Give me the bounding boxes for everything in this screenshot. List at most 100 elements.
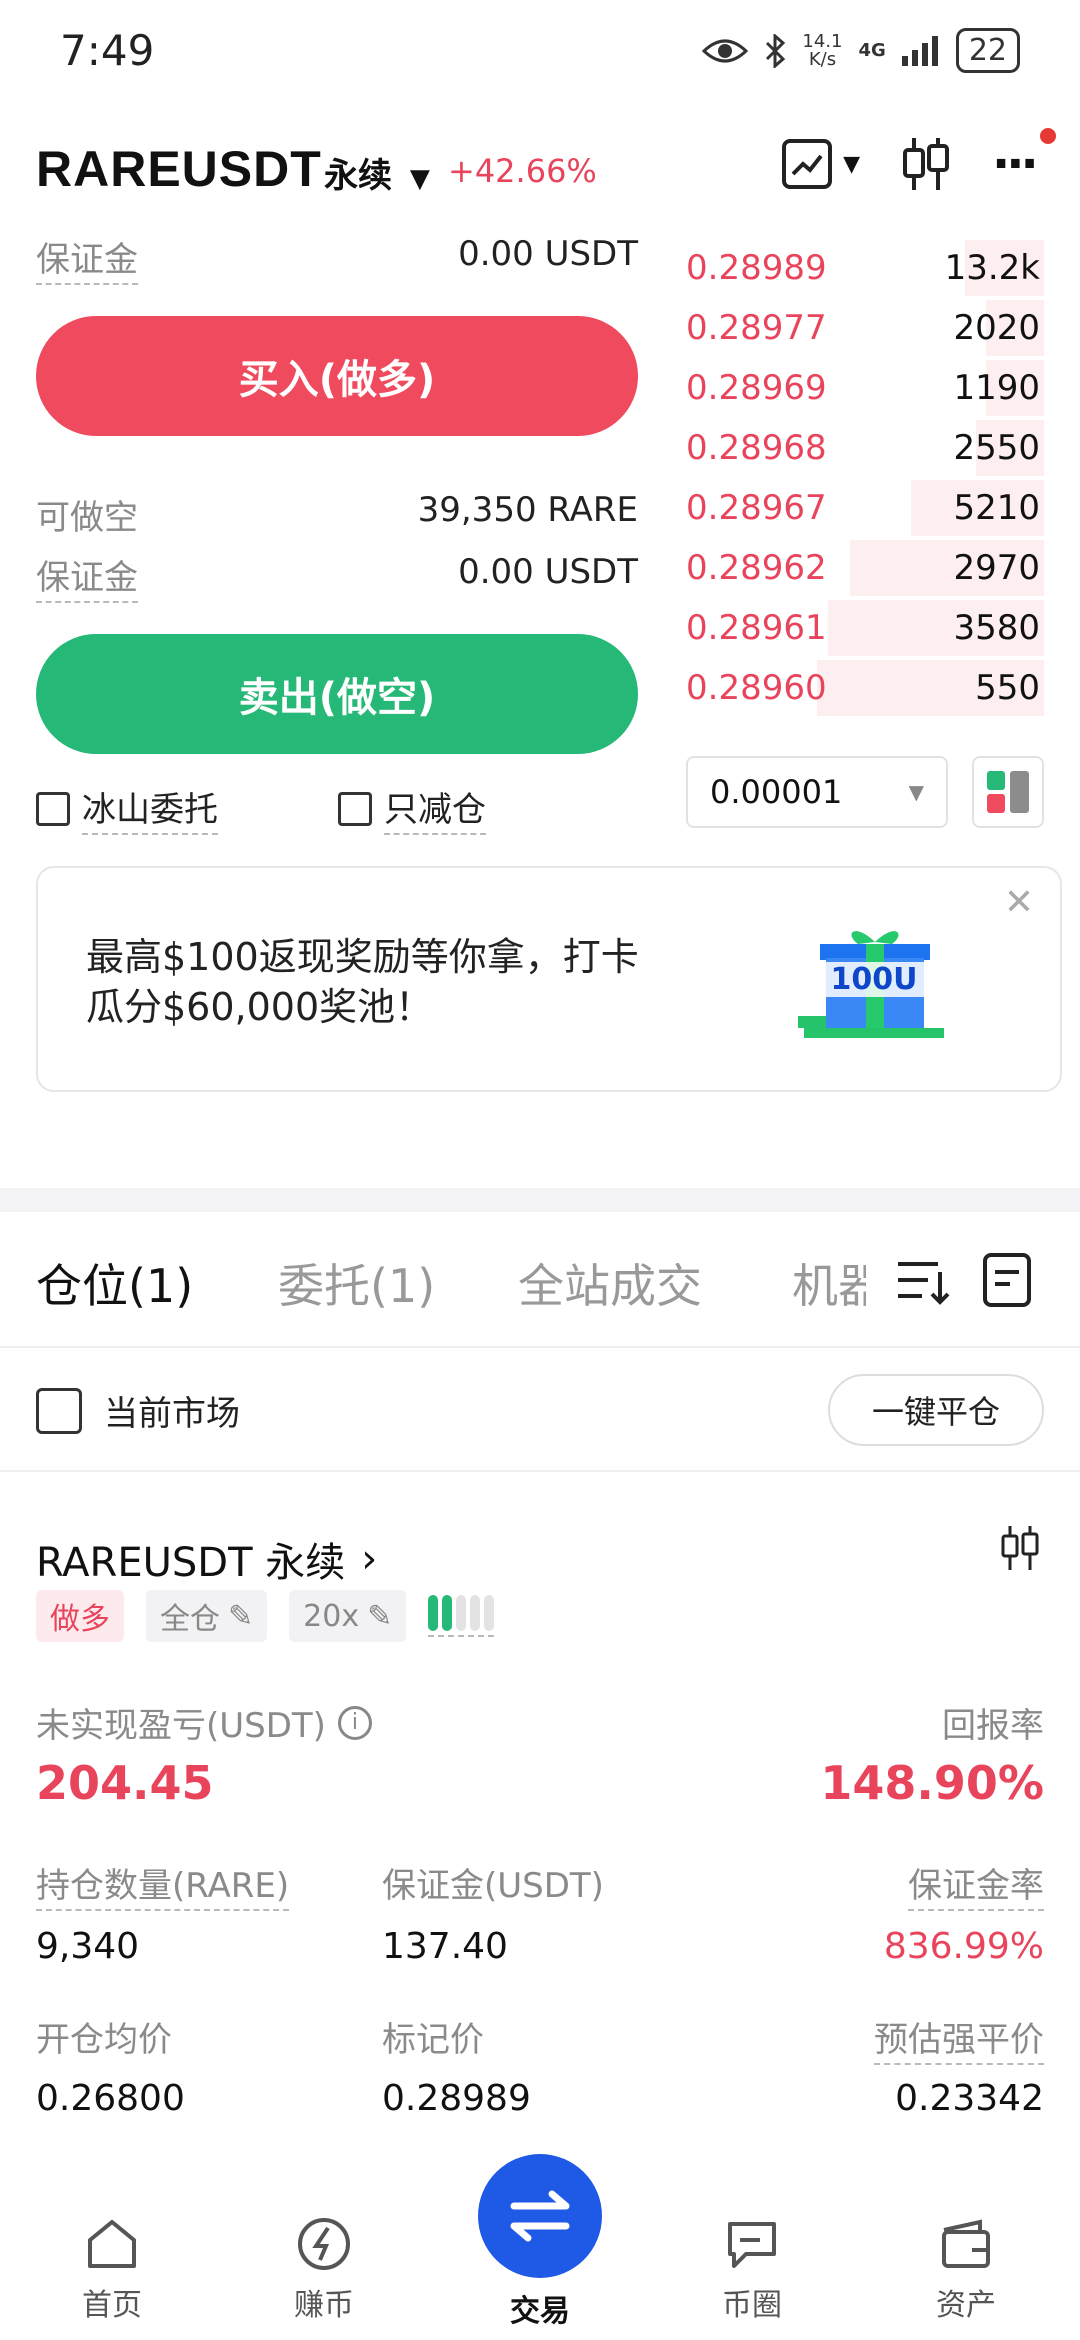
notification-dot [1040,128,1056,144]
nav-earn[interactable]: 赚币 [254,2216,394,2324]
eye-icon [702,39,749,62]
entry-price-value: 0.26800 [36,2078,185,2119]
unrealized-pnl-label: 未实现盈亏(USDT) [36,1706,326,1746]
nav-assets[interactable]: 资产 [896,2216,1036,2324]
info-icon[interactable]: i [337,1705,372,1740]
ask-quantity: 1190 [953,368,1040,408]
roe-value: 148.90% [820,1756,1044,1810]
risk-bar [456,1595,467,1631]
sort-icon[interactable] [896,1256,950,1308]
margin-ratio-value: 836.99% [883,1926,1044,1967]
order-book-ask-row[interactable]: 0.28967 5210 [684,478,1044,538]
risk-level-bars[interactable] [428,1595,495,1637]
risk-bar [484,1595,495,1631]
status-bar: 7:49 14.1 K/s 4G 22 [0,0,1080,110]
margin-mode-tag[interactable]: 全仓 ✎ [146,1590,268,1642]
margin-ratio-label: 保证金率 [908,1858,1044,1911]
triangle-down-icon: ▼ [409,164,430,194]
iceberg-checkbox[interactable] [36,791,70,826]
contract-type-selector[interactable]: 永续 ▼ [324,148,430,197]
ask-price: 0.28977 [686,308,827,348]
ask-price: 0.28969 [686,368,827,408]
nav-trade-label[interactable]: 交易 [470,2286,610,2330]
ask-quantity: 2020 [953,308,1040,348]
position-symbol-link[interactable]: RAREUSDT 永续 › [36,1530,377,1588]
order-book-ask-row[interactable]: 0.28961 3580 [684,598,1044,658]
short-available-label: 可做空 [36,498,138,538]
entry-price-label: 开仓均价 [36,2020,172,2060]
promo-banner[interactable]: 最高$100返现奖励等你拿，打卡 瓜分$60,000奖池！ ✕ 100U [36,866,1062,1092]
iceberg-label: 冰山委托 [82,782,218,835]
nav-home[interactable]: 首页 [42,2216,182,2324]
symbol-title[interactable]: RAREUSDT [36,140,322,198]
net-speed: 14.1 K/s [802,30,843,70]
candlestick-icon[interactable] [998,1524,1042,1572]
tab-market-trades[interactable]: 全站成交 [518,1250,702,1316]
tab-positions[interactable]: 仓位(1) [36,1250,193,1316]
caret-down-icon: ▼ [908,780,924,804]
order-book-ask-row[interactable]: 0.28977 2020 [684,298,1044,358]
reduce-only-checkbox[interactable] [338,791,372,826]
caret-down-icon: ▼ [843,151,860,177]
position-size-value: 9,340 [36,1926,140,1967]
more-menu-button[interactable]: ··· [992,128,1056,190]
ask-quantity: 2970 [953,548,1040,588]
signal-icon [901,35,938,66]
candlestick-icon[interactable] [900,136,952,192]
reduce-only-option[interactable]: 只减仓 [338,782,486,835]
short-available-value: 39,350 RARE [417,490,638,530]
current-market-filter[interactable]: 当前市场 [36,1386,240,1435]
order-book-ask-row[interactable]: 0.28969 1190 [684,358,1044,418]
promo-text: 最高$100返现奖励等你拿，打卡 瓜分$60,000奖池！ [86,935,639,1029]
close-icon[interactable]: ✕ [1004,882,1034,923]
precision-selector[interactable]: 0.00001 ▼ [686,756,948,828]
close-all-button[interactable]: 一键平仓 [828,1374,1044,1446]
order-book-ask-row[interactable]: 0.28960 550 [684,658,1044,718]
ask-price: 0.28968 [686,428,827,468]
gift-label: 100U [824,962,924,997]
battery-indicator: 22 [955,28,1020,73]
risk-bar [470,1595,481,1631]
ask-quantity: 5210 [953,488,1040,528]
line-chart-icon [782,139,833,189]
wallet-icon [942,2219,990,2268]
ask-price: 0.28989 [686,248,827,288]
home-icon [88,2220,136,2268]
ask-quantity: 13.2k [944,248,1040,288]
iceberg-option[interactable]: 冰山委托 [36,782,218,835]
nav-community[interactable]: 币圈 [682,2216,822,2324]
order-book-ask-row[interactable]: 0.28968 2550 [684,418,1044,478]
sell-short-button[interactable]: 卖出(做空) [36,634,638,754]
market-header: RAREUSDT 永续 ▼ +42.66% ▼ ··· [0,120,1080,220]
short-margin-label: 保证金 [36,550,138,603]
chat-icon [728,2222,776,2268]
chart-toggle-button[interactable]: ▼ [781,138,860,190]
buy-long-button[interactable]: 买入(做多) [36,316,638,436]
risk-bar [442,1595,453,1631]
nav-trade-button[interactable] [478,2154,602,2278]
order-book-ask-row[interactable]: 0.28962 2970 [684,538,1044,598]
current-market-checkbox[interactable] [36,1387,82,1434]
ask-price: 0.28961 [686,608,827,648]
leverage-tag[interactable]: 20x ✎ [289,1590,407,1642]
network-type: 4G [858,40,886,61]
section-divider [0,1188,1080,1212]
tab-orders[interactable]: 委托(1) [278,1250,435,1316]
order-book-ask-row[interactable]: 0.28989 13.2k [684,238,1044,298]
ask-quantity: 2550 [953,428,1040,468]
risk-bar [428,1595,439,1631]
unrealized-pnl-label-group: 未实现盈亏(USDT) i [36,1698,372,1747]
tab-bots[interactable]: 机器 [792,1250,866,1316]
long-margin-label: 保证金 [36,232,138,285]
current-market-label: 当前市场 [104,1394,240,1434]
chevron-right-icon: › [361,1536,378,1582]
trade-swap-icon [510,2190,570,2242]
long-margin-value: 0.00 USDT [458,234,638,274]
position-symbol: RAREUSDT 永续 [36,1540,346,1586]
precision-value: 0.00001 [710,773,843,811]
book-layout-toggle[interactable] [972,756,1044,828]
gift-box-icon: 100U [794,918,954,1048]
order-book: 0.28989 13.2k 0.28977 2020 0.28969 1190 0.2896… [684,238,1044,718]
history-document-icon[interactable] [982,1252,1032,1308]
ask-quantity: 550 [975,668,1040,708]
